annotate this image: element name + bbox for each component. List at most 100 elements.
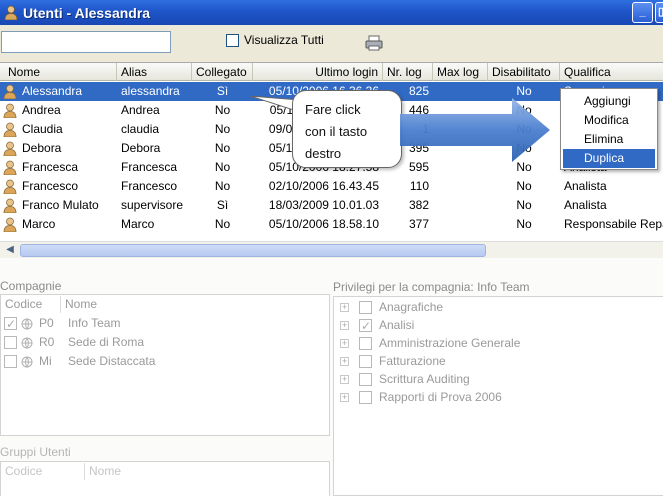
privilege-item[interactable]: + Amministrazione Generale	[334, 334, 662, 353]
callout-line: Fare click	[305, 102, 361, 117]
privilege-checkbox[interactable]	[359, 337, 372, 350]
right-click-callout: Fare click con il tasto destro	[292, 90, 402, 168]
cell-nome: Claudia	[22, 122, 63, 136]
menu-item-aggiungi[interactable]: Aggiungi	[563, 92, 655, 111]
expand-icon[interactable]: +	[340, 321, 349, 330]
cell-qualifica: Responsabile Reparto	[564, 217, 663, 231]
expand-icon[interactable]: +	[340, 303, 349, 312]
cell-ultimo-login: 05/10/2006 18.58.10	[268, 217, 379, 231]
search-input[interactable]	[1, 31, 171, 53]
maximize-button[interactable]: ▯	[655, 2, 663, 23]
compagnia-codice: P0	[39, 316, 54, 330]
menu-item-modifica[interactable]: Modifica	[563, 111, 655, 130]
toolbar: Visualizza Tutti	[0, 25, 663, 62]
gruppi-label: Gruppi Utenti	[0, 445, 71, 459]
show-all-checkbox[interactable]	[226, 34, 239, 47]
column-header-nr-log[interactable]: Nr. log	[383, 63, 433, 81]
column-header-max-log[interactable]: Max log	[433, 63, 488, 81]
compagnie-header-codice[interactable]: Codice	[1, 296, 61, 313]
cell-disabilitato: No	[516, 198, 532, 212]
minimize-button[interactable]: _	[632, 2, 653, 23]
title-bar: Utenti - Alessandra _ ▯	[0, 0, 663, 25]
grid-header: Nome Alias Collegato Ultimo login Nr. lo…	[0, 63, 663, 81]
compagnia-checkbox[interactable]	[4, 336, 17, 349]
privilege-checkbox[interactable]	[359, 301, 372, 314]
list-item[interactable]: Mi Sede Distaccata	[1, 352, 329, 371]
cell-alias: Debora	[121, 141, 161, 155]
column-header-collegato[interactable]: Collegato	[192, 63, 253, 81]
cell-nome: Marco	[22, 217, 56, 231]
cell-collegato: Sì	[216, 198, 229, 212]
cell-alias: Andrea	[121, 103, 160, 117]
cell-nr-log: 382	[408, 198, 429, 212]
context-menu: Aggiungi Modifica Elimina Duplica	[560, 88, 658, 170]
privilege-checkbox[interactable]	[359, 317, 372, 336]
cell-collegato: No	[214, 179, 231, 193]
cell-max-log	[433, 215, 488, 234]
column-header-ultimo-login[interactable]: Ultimo login	[253, 63, 383, 81]
scroll-left-icon[interactable]: ◀	[3, 243, 17, 257]
cell-qualifica: Analista	[564, 179, 607, 193]
cell-collegato: Sì	[216, 84, 229, 98]
compagnie-header-nome[interactable]: Nome	[61, 296, 329, 313]
column-header-disabilitato[interactable]: Disabilitato	[488, 63, 560, 81]
privilege-checkbox[interactable]	[359, 355, 372, 368]
privilege-item[interactable]: + Analisi	[334, 316, 662, 336]
cell-nome: Franco Mulato	[22, 198, 99, 212]
company-icon	[21, 336, 33, 349]
printer-icon[interactable]	[365, 35, 383, 51]
cell-max-log	[433, 177, 488, 196]
column-header-qualifica[interactable]: Qualifica	[560, 63, 663, 81]
cell-alias: Francesca	[121, 160, 178, 174]
privilege-label: Fatturazione	[379, 354, 446, 368]
menu-item-elimina[interactable]: Elimina	[563, 130, 655, 149]
cell-alias: Francesco	[121, 179, 178, 193]
cell-nome: Francesca	[22, 160, 79, 174]
list-item[interactable]: R0 Sede di Roma	[1, 333, 329, 352]
gruppi-panel: Codice Nome	[0, 461, 330, 496]
privilege-item[interactable]: + Anagrafiche	[334, 298, 662, 317]
cell-collegato: No	[214, 103, 231, 117]
expand-icon[interactable]: +	[340, 357, 349, 366]
expand-icon[interactable]: +	[340, 339, 349, 348]
scrollbar-thumb[interactable]	[20, 244, 486, 257]
cell-nome: Andrea	[22, 103, 61, 117]
company-icon	[21, 355, 33, 368]
window-title: Utenti - Alessandra	[23, 4, 151, 21]
cell-collegato: No	[214, 217, 231, 231]
compagnia-nome: Info Team	[68, 316, 121, 330]
privilege-label: Rapporti di Prova 2006	[379, 390, 502, 404]
user-app-icon	[3, 5, 19, 21]
column-header-alias[interactable]: Alias	[117, 63, 192, 81]
bottom-panels: Compagnie Codice Nome P0 Info Team R0 Sede …	[0, 258, 663, 496]
cell-max-log	[433, 196, 488, 215]
table-row[interactable]: Franco Mulato supervisore Sì 18/03/2009 10.…	[0, 196, 663, 215]
compagnie-label: Compagnie	[0, 279, 62, 293]
cell-qualifica: Analista	[564, 198, 607, 212]
privilege-label: Amministrazione Generale	[379, 336, 521, 350]
column-header-nome[interactable]: Nome	[0, 63, 117, 81]
callout-line: con il tasto	[305, 124, 368, 139]
expand-icon[interactable]: +	[340, 375, 349, 384]
privilege-checkbox[interactable]	[359, 391, 372, 404]
privilege-checkbox[interactable]	[359, 373, 372, 386]
gruppi-header-codice[interactable]: Codice	[1, 463, 85, 480]
privilege-item[interactable]: + Fatturazione	[334, 352, 662, 371]
compagnia-checkbox[interactable]	[4, 355, 17, 368]
gruppi-header-nome[interactable]: Nome	[85, 463, 325, 480]
horizontal-scrollbar[interactable]: ◀	[0, 241, 663, 258]
privilege-item[interactable]: + Scrittura Auditing	[334, 370, 662, 389]
compagnia-nome: Sede Distaccata	[68, 354, 156, 368]
cell-collegato: No	[214, 160, 231, 174]
compagnia-checkbox[interactable]	[4, 315, 17, 334]
privilege-label: Scrittura Auditing	[379, 372, 470, 386]
list-item[interactable]: P0 Info Team	[1, 314, 329, 334]
cell-alias: supervisore	[121, 198, 184, 212]
privilege-item[interactable]: + Rapporti di Prova 2006	[334, 388, 662, 407]
privilegi-panel: + Anagrafiche + Analisi + Amministrazione Gen…	[333, 296, 663, 496]
menu-item-duplica[interactable]: Duplica	[563, 149, 655, 168]
table-row[interactable]: Francesco Francesco No 02/10/2006 16.43.45 1…	[0, 177, 663, 196]
expand-icon[interactable]: +	[340, 393, 349, 402]
cell-collegato: No	[214, 141, 231, 155]
table-row[interactable]: Marco Marco No 05/10/2006 18.58.10 377 No Resp…	[0, 215, 663, 234]
